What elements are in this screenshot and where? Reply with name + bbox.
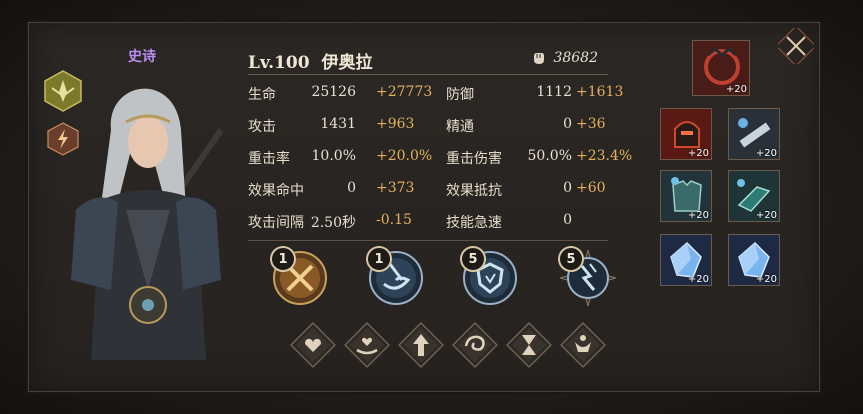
rune-heart-hand[interactable]	[343, 321, 391, 369]
equip-level: +20	[725, 84, 747, 95]
stat-bonus: +60	[576, 180, 606, 196]
stat-base: 25126	[311, 84, 356, 100]
rune-heart[interactable]	[289, 321, 337, 369]
stat-label: 生命	[248, 87, 276, 103]
stat-base: 0	[563, 180, 572, 196]
equip-armor[interactable]: +20	[660, 170, 712, 222]
skill-1[interactable]: 1	[270, 246, 328, 306]
equip-gloves[interactable]: +20	[728, 170, 780, 222]
equip-gem-2[interactable]: +20	[728, 234, 780, 286]
stat-label: 攻击	[248, 119, 276, 135]
skill-2[interactable]: 1	[366, 246, 424, 306]
swirl-icon	[451, 321, 499, 369]
equip-level: +20	[755, 210, 777, 221]
stat-base: 10.0%	[311, 148, 356, 164]
stat-base: 1431	[320, 116, 356, 132]
skill-level-badge: 5	[558, 246, 584, 272]
skill-level-badge: 1	[270, 246, 296, 272]
equip-level: +20	[687, 148, 709, 159]
combat-power: 38682	[531, 50, 598, 66]
stat-base: 0	[563, 212, 572, 228]
equip-accessory[interactable]: +20	[692, 40, 750, 96]
stat-base: 2.50秒	[310, 215, 356, 231]
close-button[interactable]	[775, 25, 817, 67]
stat-base: 0	[563, 116, 572, 132]
class-lightning-icon	[47, 122, 79, 156]
stat-bonus: +1613	[576, 84, 624, 100]
stat-base: 1112	[536, 84, 572, 100]
rune-arrow-up[interactable]	[397, 321, 445, 369]
skill-level-badge: 1	[366, 246, 392, 272]
stat-bonus: +20.0%	[376, 148, 433, 164]
equip-level: +20	[755, 148, 777, 159]
stat-bonus: +27773	[376, 84, 433, 100]
skill-4[interactable]: 5	[558, 246, 618, 308]
hero-title: Lv.100 伊奥拉	[248, 48, 372, 73]
stat-bonus: +23.4%	[576, 148, 633, 164]
stat-bonus: +36	[576, 116, 606, 132]
rune-hourglass[interactable]	[505, 321, 553, 369]
equip-gem-1[interactable]: +20	[660, 234, 712, 286]
hero-level: Lv.100	[248, 53, 310, 73]
stat-label: 防御	[446, 87, 474, 103]
equip-level: +20	[755, 274, 777, 285]
stat-bonus: +963	[376, 116, 415, 132]
hero-header: Lv.100 伊奥拉 38682	[248, 48, 608, 75]
close-icon	[775, 25, 817, 67]
rune-crown[interactable]	[559, 321, 607, 369]
fist-icon	[534, 53, 545, 64]
crown-icon	[559, 321, 607, 369]
stat-bonus: +373	[376, 180, 415, 196]
equip-weapon[interactable]: +20	[728, 108, 780, 160]
combat-power-value: 38682	[553, 50, 598, 66]
stat-base: 50.0%	[527, 148, 572, 164]
hero-name: 伊奥拉	[321, 53, 373, 73]
faction-icon	[44, 70, 82, 112]
stat-base: 0	[347, 180, 356, 196]
hourglass-icon	[505, 321, 553, 369]
skill-3[interactable]: 5	[460, 246, 518, 306]
equip-level: +20	[687, 274, 709, 285]
equip-helmet[interactable]: +20	[660, 108, 712, 160]
equip-level: +20	[687, 210, 709, 221]
rune-swirl[interactable]	[451, 321, 499, 369]
divider	[248, 240, 608, 241]
heart-icon	[289, 321, 337, 369]
skill-level-badge: 5	[460, 246, 486, 272]
arrow-up-icon	[397, 321, 445, 369]
stat-bonus: -0.15	[376, 212, 412, 228]
stat-label: 精通	[446, 119, 474, 135]
heart-hand-icon	[343, 321, 391, 369]
rarity-label: 史诗	[128, 49, 156, 65]
